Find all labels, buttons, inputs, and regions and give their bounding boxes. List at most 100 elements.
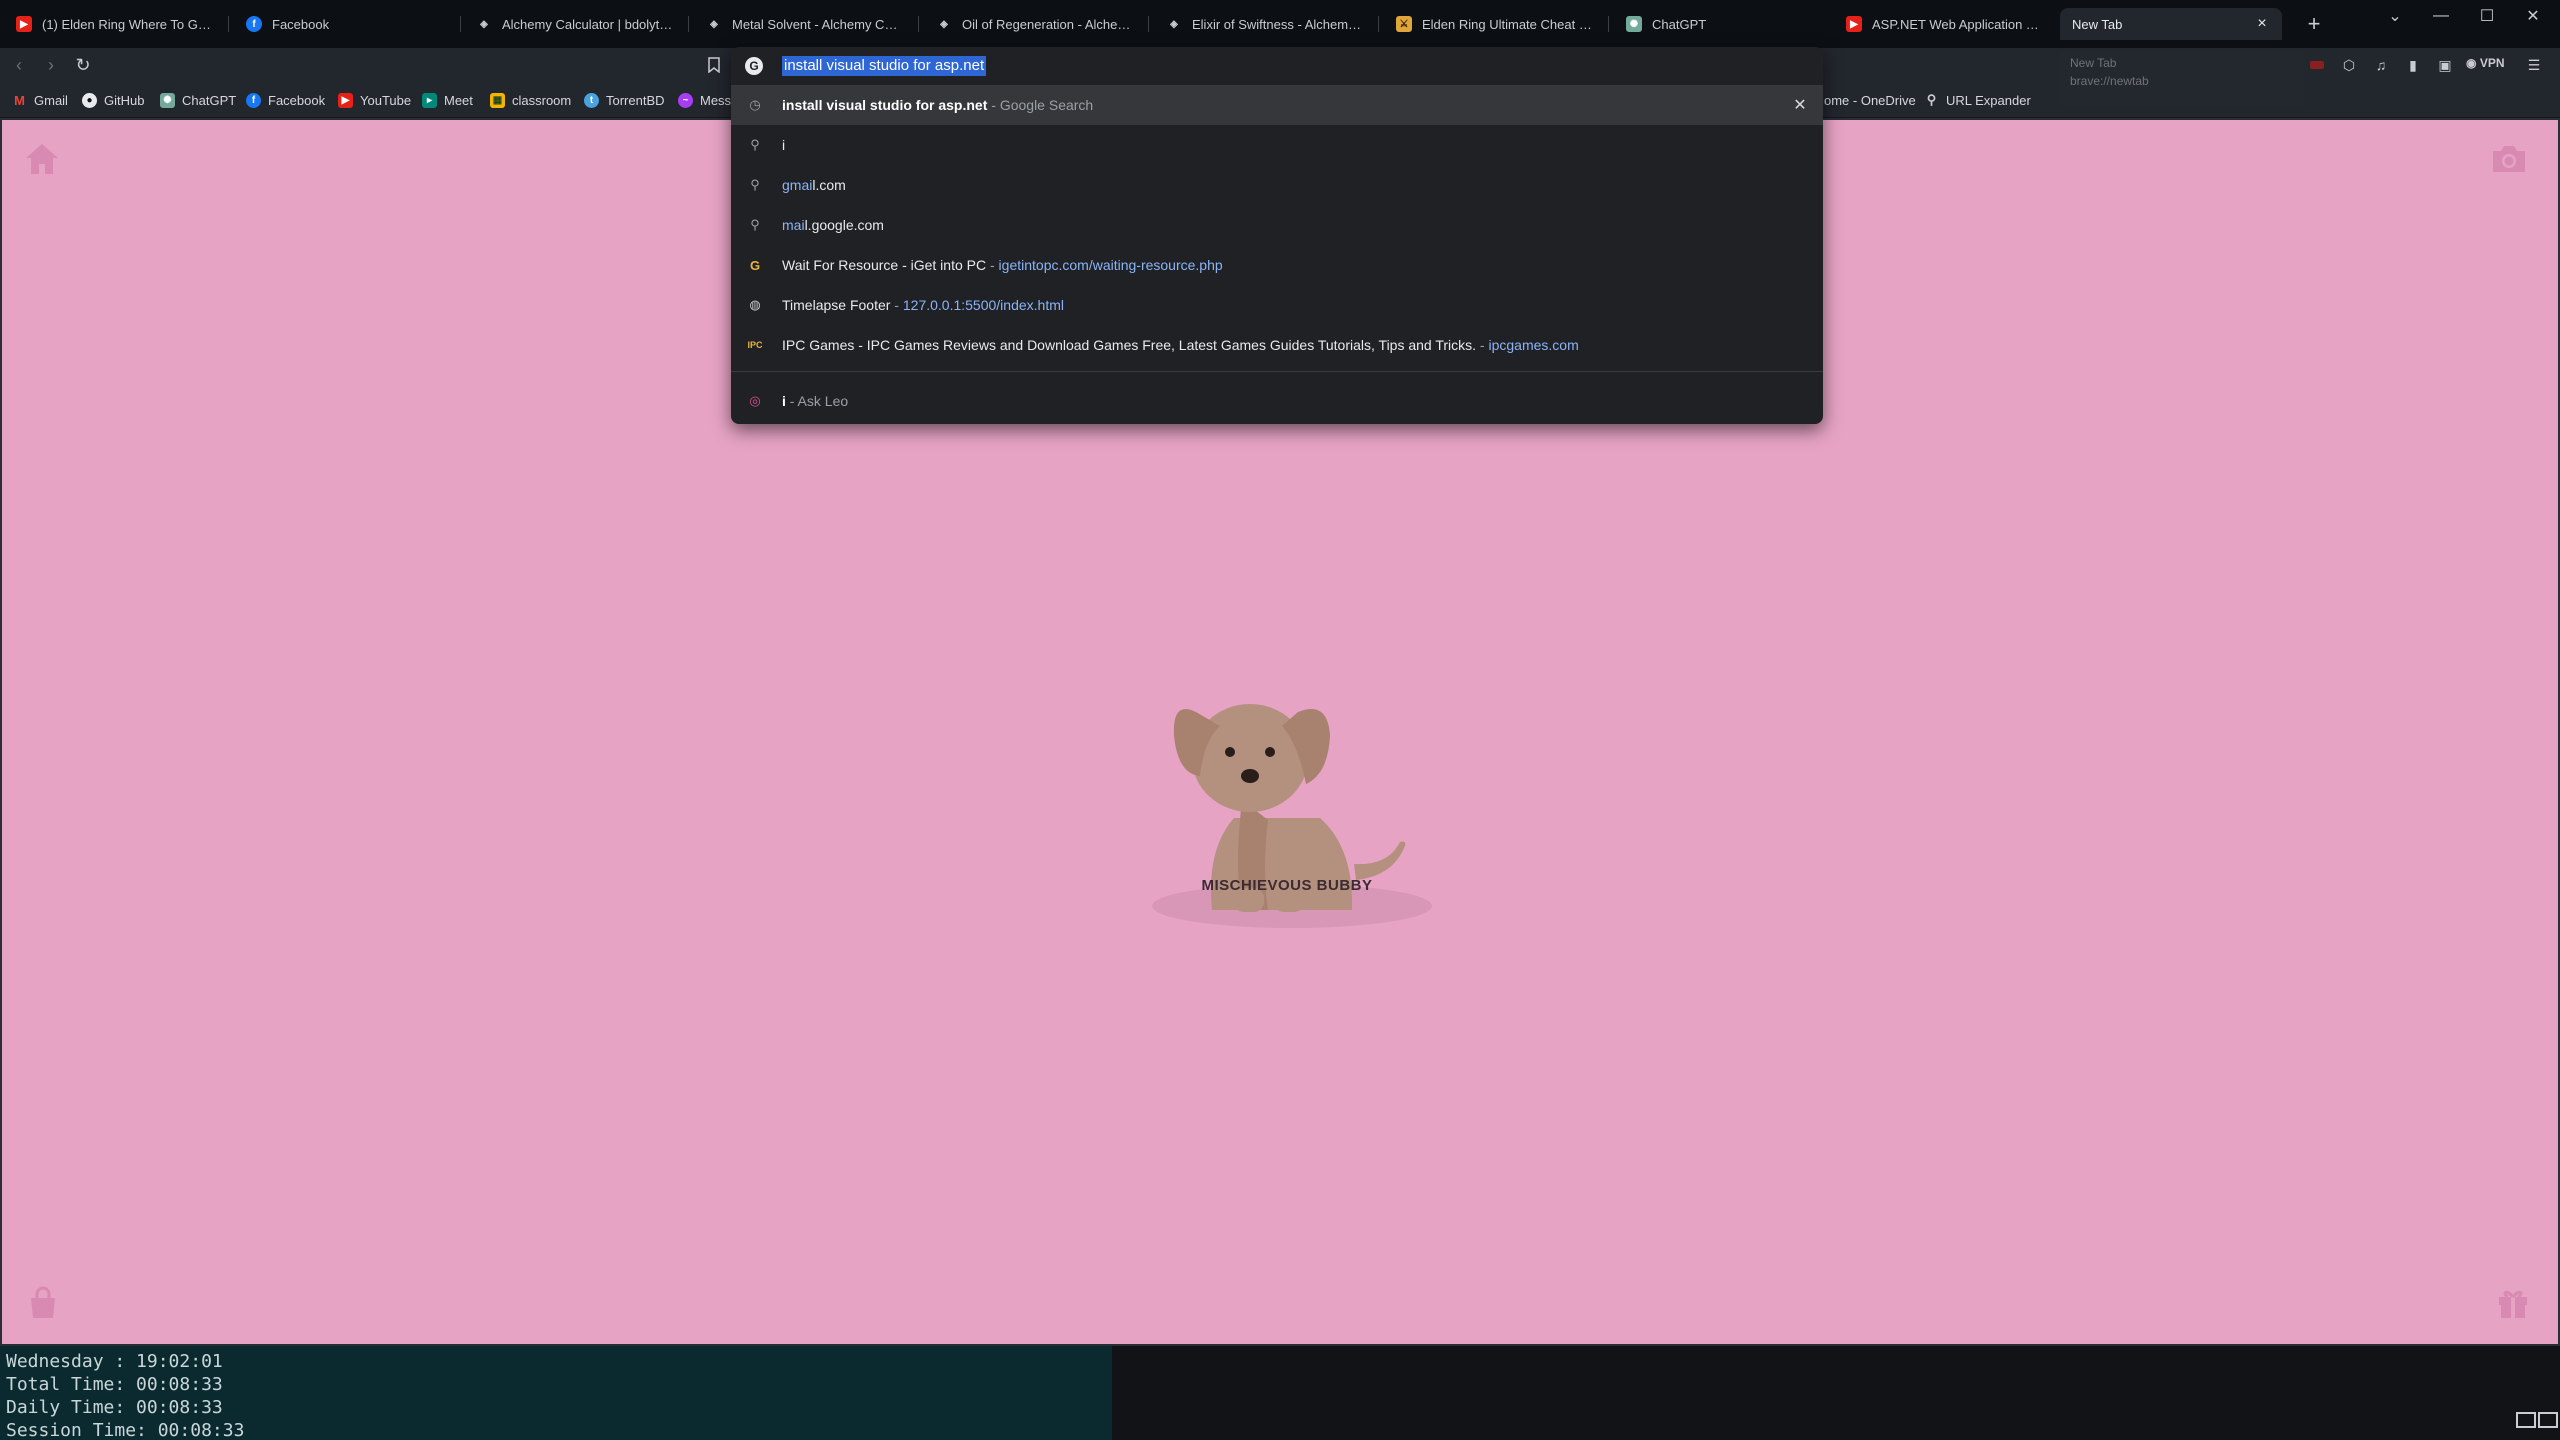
suggestion-row[interactable]: ◍ Timelapse Footer - 127.0.0.1:5500/inde… bbox=[731, 285, 1823, 325]
tab-elixir-of-swiftness[interactable]: ◈ Elixir of Swiftness - Alchemy Calcu bbox=[1154, 8, 1376, 40]
back-button[interactable]: ‹ bbox=[6, 52, 32, 78]
suggestion-row[interactable]: G Wait For Resource - iGet into PC - ige… bbox=[731, 245, 1823, 285]
bookmark-url-expander[interactable]: ⚲ URL Expander bbox=[1924, 90, 2031, 110]
bdolytics-icon: ◈ bbox=[710, 18, 718, 30]
puzzle-icon[interactable]: ⬡ bbox=[2338, 54, 2360, 76]
url-expander-icon: ⚲ bbox=[1926, 92, 1937, 107]
window-icon[interactable] bbox=[2538, 1412, 2558, 1428]
google-icon: G bbox=[745, 57, 763, 75]
tab-separator bbox=[688, 16, 689, 32]
globe-icon: ◍ bbox=[749, 297, 761, 312]
music-icon[interactable]: ♫ bbox=[2370, 54, 2392, 76]
close-window-button[interactable]: ✕ bbox=[2510, 2, 2556, 30]
bookmark-github[interactable]: ● GitHub bbox=[82, 90, 144, 110]
home-icon[interactable] bbox=[24, 142, 60, 181]
tab-title: Elixir of Swiftness - Alchemy Calcu bbox=[1192, 16, 1364, 32]
gift-icon[interactable] bbox=[2496, 1286, 2530, 1325]
suggestion-row[interactable]: ◷ install visual studio for asp.net - Go… bbox=[731, 85, 1823, 125]
shopping-bag-icon[interactable] bbox=[26, 1286, 60, 1325]
tab-metal-solvent[interactable]: ◈ Metal Solvent - Alchemy Calculato bbox=[694, 8, 916, 40]
close-icon[interactable]: × bbox=[2254, 15, 2270, 32]
suggestion-row[interactable]: ⚲ mail.google.com bbox=[731, 205, 1823, 245]
bookmark-label: ome - OneDrive bbox=[1824, 92, 1916, 108]
leo-icon: ◎ bbox=[749, 393, 761, 408]
youtube-icon: ▶ bbox=[338, 92, 353, 108]
bookmark-messenger[interactable]: ~ Messi bbox=[678, 90, 734, 110]
forward-button[interactable]: › bbox=[38, 52, 64, 78]
address-input[interactable]: install visual studio for asp.net bbox=[782, 56, 987, 76]
facebook-icon: f bbox=[246, 16, 262, 32]
tab-hover-url: brave://newtab bbox=[2070, 74, 2149, 88]
taskbar-area bbox=[1112, 1346, 2560, 1440]
tab-title: (1) Elden Ring Where To Go First | bbox=[42, 16, 214, 32]
tab-elden-ring-video[interactable]: ▶ (1) Elden Ring Where To Go First | bbox=[4, 8, 226, 40]
bookmark-classroom[interactable]: ▦ classroom bbox=[490, 90, 571, 110]
bookmark-torrentbd[interactable]: t TorrentBD bbox=[584, 90, 665, 110]
tab-facebook[interactable]: f Facebook bbox=[234, 8, 456, 40]
ipc-icon: IPC bbox=[747, 340, 763, 350]
bookmark-icon[interactable] bbox=[704, 54, 724, 76]
time-tracker-panel: Wednesday : 19:02:01 Total Time: 00:08:3… bbox=[0, 1346, 1112, 1440]
tab-separator bbox=[1148, 16, 1149, 32]
bookmark-meet[interactable]: ▸ Meet bbox=[422, 90, 473, 110]
menu-icon[interactable]: ☰ bbox=[2523, 54, 2545, 76]
minimize-button[interactable]: — bbox=[2418, 2, 2464, 30]
github-icon: ● bbox=[82, 92, 97, 108]
vpn-button[interactable]: ◉ VPN bbox=[2466, 56, 2505, 70]
bdolytics-icon: ◈ bbox=[1170, 18, 1178, 30]
maximize-button[interactable]: ☐ bbox=[2464, 2, 2510, 30]
bdolytics-icon: ◈ bbox=[940, 18, 948, 30]
tab-chatgpt[interactable]: ✺ ChatGPT bbox=[1614, 8, 1836, 40]
suggestion-text: mail.google.com bbox=[782, 217, 884, 233]
search-icon: ⚲ bbox=[750, 217, 760, 232]
suggestion-text: i - Ask Leo bbox=[782, 393, 849, 409]
bookmark-youtube[interactable]: ▶ YouTube bbox=[338, 90, 411, 110]
bookmark-facebook[interactable]: f Facebook bbox=[246, 90, 325, 110]
suggestion-text: Timelapse Footer - 127.0.0.1:5500/index.… bbox=[782, 297, 1064, 313]
reload-button[interactable]: ↻ bbox=[70, 52, 96, 78]
extension-icon[interactable] bbox=[2306, 54, 2328, 76]
tracker-day-line: Wednesday : 19:02:01 bbox=[6, 1351, 223, 1372]
bookmark-label: ChatGPT bbox=[182, 92, 237, 108]
divider bbox=[731, 371, 1823, 372]
suggestion-row[interactable]: ⚲ gmail.com bbox=[731, 165, 1823, 205]
suggestion-text: install visual studio for asp.net - Goog… bbox=[782, 97, 1094, 113]
bookmark-label: classroom bbox=[512, 92, 572, 108]
address-bar[interactable]: G install visual studio for asp.net bbox=[731, 47, 1823, 85]
tab-alchemy-calculator[interactable]: ◈ Alchemy Calculator | bdolytics - Th bbox=[464, 8, 686, 40]
tab-title: Alchemy Calculator | bdolytics - Th bbox=[502, 16, 674, 32]
camera-icon[interactable] bbox=[2490, 144, 2528, 179]
bookmark-gmail[interactable]: M Gmail bbox=[12, 90, 68, 110]
tab-cheat-engine[interactable]: ⚔ Elden Ring Ultimate Cheat Engine bbox=[1384, 8, 1606, 40]
tab-search-chevron-icon[interactable]: ⌄ bbox=[2372, 2, 2418, 30]
new-tab-button[interactable]: + bbox=[2300, 10, 2328, 38]
suggestion-row[interactable]: ⚲ i bbox=[731, 125, 1823, 165]
youtube-icon: ▶ bbox=[16, 16, 32, 32]
tab-new-tab[interactable]: New Tab × bbox=[2060, 8, 2282, 40]
messenger-icon: ~ bbox=[678, 92, 693, 108]
bookmark-label: GitHub bbox=[104, 92, 145, 108]
tab-separator bbox=[1608, 16, 1609, 32]
search-icon: ⚲ bbox=[750, 137, 760, 152]
suggestion-text: i bbox=[782, 137, 786, 153]
suggestion-row[interactable]: IPC IPC Games - IPC Games Reviews and Do… bbox=[731, 325, 1823, 365]
tab-aspnet-tutorial[interactable]: ▶ ASP.NET Web Application Tutorial bbox=[1834, 8, 2056, 40]
layout-icon[interactable] bbox=[2516, 1412, 2536, 1428]
suggestion-text: gmail.com bbox=[782, 177, 846, 193]
sidebar-icon[interactable]: ▮ bbox=[2402, 54, 2424, 76]
bookmark-label: TorrentBD bbox=[606, 92, 665, 108]
torrentbd-icon: t bbox=[584, 92, 599, 108]
suggestion-row[interactable]: ◎ i - Ask Leo bbox=[731, 381, 1823, 421]
tab-title: Metal Solvent - Alchemy Calculato bbox=[732, 16, 904, 32]
facebook-icon: f bbox=[246, 92, 261, 108]
history-icon: ◷ bbox=[749, 97, 761, 112]
chatgpt-icon: ✺ bbox=[1626, 16, 1642, 32]
classroom-icon: ▦ bbox=[490, 92, 505, 108]
remove-suggestion-icon[interactable]: ✕ bbox=[1791, 96, 1809, 114]
bookmark-onedrive[interactable]: ome - OneDrive bbox=[1824, 90, 1916, 110]
bookmark-chatgpt[interactable]: ✺ ChatGPT bbox=[160, 90, 236, 110]
tab-title: New Tab bbox=[2072, 16, 2123, 32]
wallet-icon[interactable]: ▣ bbox=[2434, 54, 2456, 76]
tab-oil-of-regeneration[interactable]: ◈ Oil of Regeneration - Alchemy Cal bbox=[924, 8, 1146, 40]
suggestion-text: IPC Games - IPC Games Reviews and Downlo… bbox=[782, 337, 1579, 353]
